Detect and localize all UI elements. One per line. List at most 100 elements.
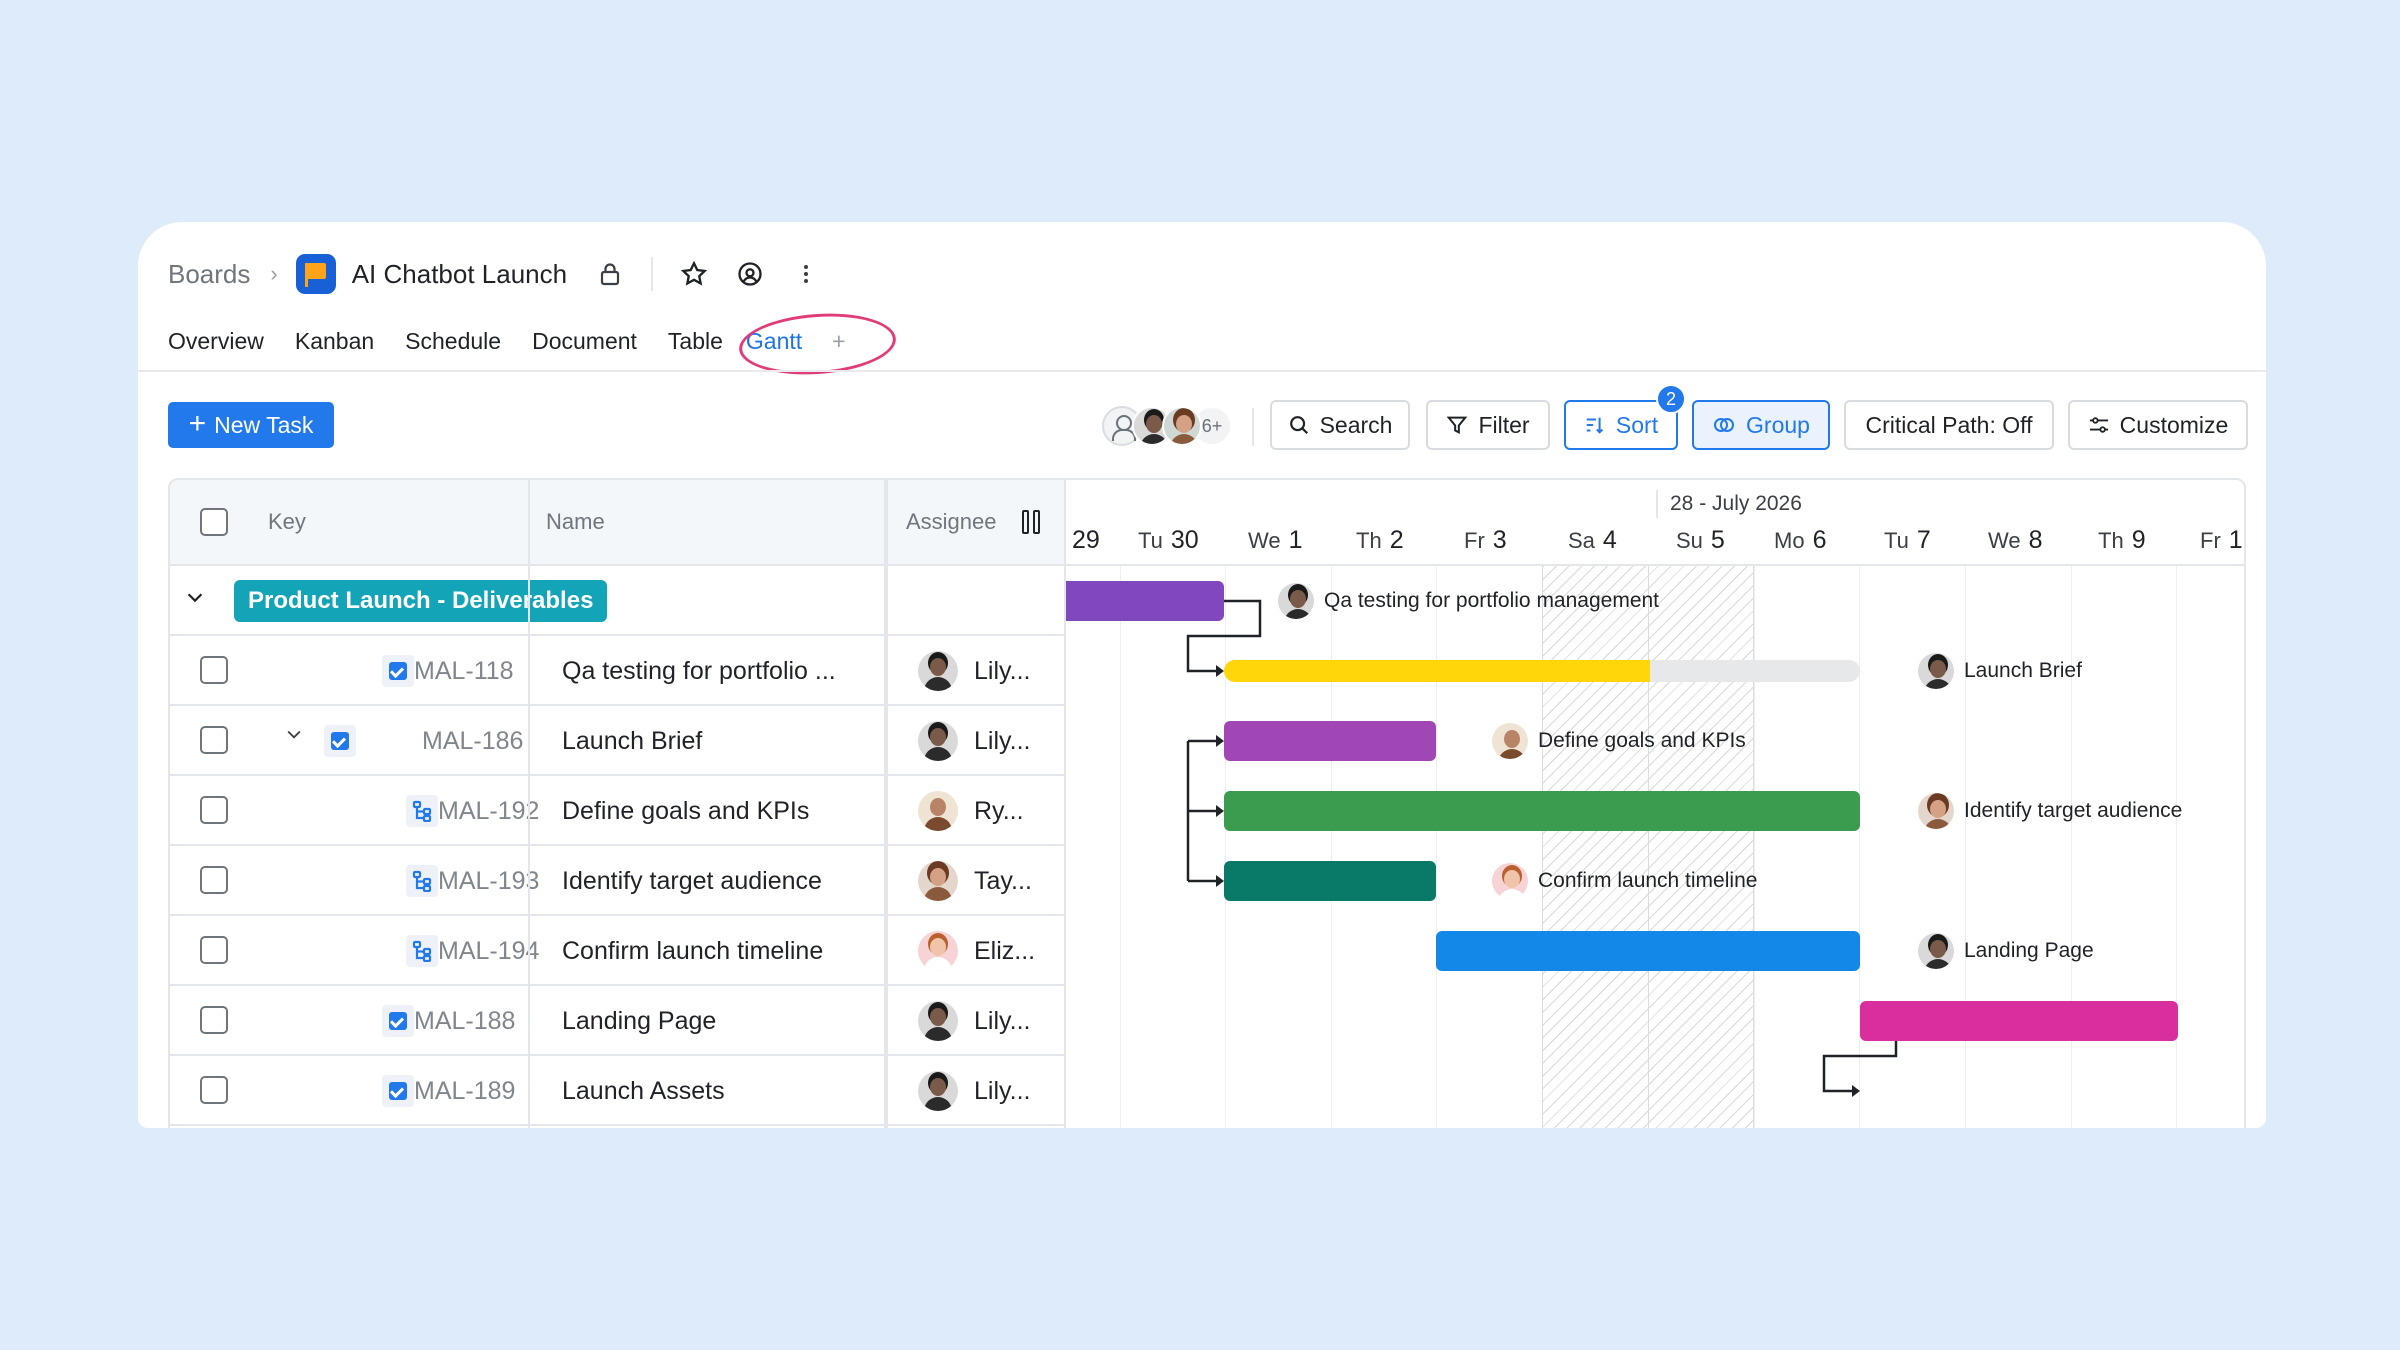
task-key[interactable]: MAL-188 bbox=[414, 986, 515, 1056]
assignee-cell[interactable]: Lily... bbox=[918, 706, 1031, 776]
columns-icon[interactable] bbox=[1022, 510, 1042, 534]
table-row[interactable]: MAL-193 Identify target audience Tay... bbox=[170, 846, 1066, 916]
task-name[interactable]: Identify target audience bbox=[562, 846, 822, 916]
gantt-bar[interactable] bbox=[1224, 721, 1436, 761]
subtask-icon bbox=[406, 935, 438, 967]
row-checkbox[interactable] bbox=[200, 1006, 228, 1034]
sort-icon bbox=[1586, 417, 1603, 434]
dependency-arrowhead bbox=[1216, 875, 1224, 887]
task-name[interactable]: Landing Page bbox=[562, 986, 716, 1056]
assignee-cell[interactable]: Tay... bbox=[918, 846, 1032, 916]
gantt-bar[interactable] bbox=[1224, 660, 1651, 682]
watch-icon[interactable] bbox=[733, 257, 767, 291]
task-type-checkbox-icon bbox=[382, 1075, 414, 1107]
tab-table[interactable]: Table bbox=[668, 325, 723, 357]
avatar bbox=[918, 651, 958, 691]
group-icon bbox=[1714, 418, 1735, 432]
search-button[interactable]: Search bbox=[1270, 400, 1410, 450]
day-number: 1 bbox=[1288, 526, 1303, 554]
lock-icon[interactable] bbox=[593, 257, 627, 291]
gantt-bar[interactable] bbox=[1860, 1001, 2178, 1041]
chevron-down-icon[interactable] bbox=[184, 586, 206, 614]
critical-path-button[interactable]: Critical Path: Off bbox=[1844, 400, 2054, 450]
task-key[interactable]: MAL-118 bbox=[414, 636, 514, 706]
task-key[interactable]: MAL-194 bbox=[438, 916, 539, 986]
gantt-bar[interactable] bbox=[1224, 861, 1436, 901]
avatar bbox=[1492, 863, 1528, 899]
tab-document[interactable]: Document bbox=[532, 325, 637, 357]
tabs-divider bbox=[138, 370, 2266, 372]
filter-button[interactable]: Filter bbox=[1426, 400, 1550, 450]
gantt-bar-label: Qa testing for portfolio management bbox=[1278, 581, 1659, 621]
customize-label: Customize bbox=[2119, 411, 2229, 438]
avatar bbox=[1492, 723, 1528, 759]
tab-overview[interactable]: Overview bbox=[168, 325, 264, 357]
task-name[interactable]: Define goals and KPIs bbox=[562, 776, 809, 846]
row-checkbox[interactable] bbox=[200, 726, 228, 754]
task-name[interactable]: Launch Assets bbox=[562, 1056, 725, 1126]
task-name[interactable]: Confirm launch timeline bbox=[562, 916, 823, 986]
subtask-icon bbox=[406, 795, 438, 827]
group-row[interactable]: Product Launch - Deliverables bbox=[170, 566, 1066, 636]
new-task-button[interactable]: + New Task bbox=[168, 402, 334, 448]
chevron-down-icon[interactable] bbox=[284, 724, 304, 750]
gantt-bar[interactable] bbox=[1436, 931, 1860, 971]
table-row[interactable]: MAL-192 Define goals and KPIs Ry... bbox=[170, 776, 1066, 846]
table-row[interactable]: MAL-194 Confirm launch timeline Eliz... bbox=[170, 916, 1066, 986]
assignee-name: Lily... bbox=[974, 1076, 1031, 1105]
column-header-name[interactable]: Name bbox=[546, 480, 605, 564]
plus-icon: + bbox=[188, 406, 207, 440]
task-key[interactable]: MAL-192 bbox=[438, 776, 539, 846]
day-of-week: Fr bbox=[1464, 528, 1485, 553]
group-button[interactable]: Group bbox=[1692, 400, 1830, 450]
assignee-cell[interactable]: Lily... bbox=[918, 1056, 1031, 1126]
assignee-cell[interactable]: Eliz... bbox=[918, 916, 1035, 986]
search-icon bbox=[1289, 416, 1308, 435]
gantt-bar[interactable] bbox=[1066, 581, 1224, 621]
customize-button[interactable]: Customize bbox=[2068, 400, 2248, 450]
day-number: 8 bbox=[2028, 526, 2043, 554]
gantt-bar-label: Define goals and KPIs bbox=[1492, 721, 1746, 761]
star-icon[interactable] bbox=[677, 257, 711, 291]
tab-kanban[interactable]: Kanban bbox=[295, 325, 374, 357]
assignee-name: Lily... bbox=[974, 1006, 1031, 1035]
row-checkbox[interactable] bbox=[200, 936, 228, 964]
select-all-checkbox[interactable] bbox=[200, 508, 228, 536]
dependency-line bbox=[1186, 739, 1218, 883]
column-divider[interactable] bbox=[884, 480, 888, 1128]
breadcrumb-chevron-icon: › bbox=[270, 261, 278, 286]
timeline-day-label: Tu 30 bbox=[1138, 526, 1199, 555]
assignee-cell[interactable]: Lily... bbox=[918, 636, 1031, 706]
column-header-assignee[interactable]: Assignee bbox=[906, 480, 997, 564]
tab-schedule[interactable]: Schedule bbox=[405, 325, 501, 357]
sort-button[interactable]: Sort 2 bbox=[1564, 384, 1686, 450]
day-of-week: Tu bbox=[1138, 528, 1163, 553]
column-header-key[interactable]: Key bbox=[268, 480, 306, 564]
timeline-day-label: Fr 1 bbox=[2200, 526, 2243, 555]
timeline-day-label: Tu 7 bbox=[1884, 526, 1931, 555]
member-avatars[interactable]: 6+ bbox=[1102, 406, 1232, 446]
gantt-bar[interactable] bbox=[1224, 791, 1860, 831]
task-key[interactable]: MAL-189 bbox=[414, 1056, 515, 1126]
task-name[interactable]: Launch Brief bbox=[562, 706, 702, 776]
breadcrumb-boards-link[interactable]: Boards bbox=[168, 259, 250, 290]
timeline-day-label: Mo 6 bbox=[1774, 526, 1826, 555]
task-key[interactable]: MAL-193 bbox=[438, 846, 539, 916]
more-vertical-icon[interactable] bbox=[789, 257, 823, 291]
day-of-week: Th bbox=[1356, 528, 1382, 553]
row-checkbox[interactable] bbox=[200, 796, 228, 824]
row-checkbox[interactable] bbox=[200, 866, 228, 894]
table-row[interactable]: MAL-186 Launch Brief Lily... bbox=[170, 706, 1066, 776]
add-view-icon[interactable]: + bbox=[832, 325, 845, 357]
row-checkbox[interactable] bbox=[200, 656, 228, 684]
tab-gantt[interactable]: Gantt bbox=[746, 325, 802, 357]
task-key[interactable]: MAL-186 bbox=[422, 706, 523, 776]
row-checkbox[interactable] bbox=[200, 1076, 228, 1104]
table-row[interactable]: MAL-188 Landing Page Lily... bbox=[170, 986, 1066, 1056]
assignee-cell[interactable]: Ry... bbox=[918, 776, 1024, 846]
task-name[interactable]: Qa testing for portfolio ... bbox=[562, 636, 836, 706]
table-row[interactable]: MAL-189 Launch Assets Lily... bbox=[170, 1056, 1066, 1126]
day-of-week: We bbox=[1248, 528, 1281, 553]
table-row[interactable]: MAL-118 Qa testing for portfolio ... Lily.… bbox=[170, 636, 1066, 706]
assignee-cell[interactable]: Lily... bbox=[918, 986, 1031, 1056]
